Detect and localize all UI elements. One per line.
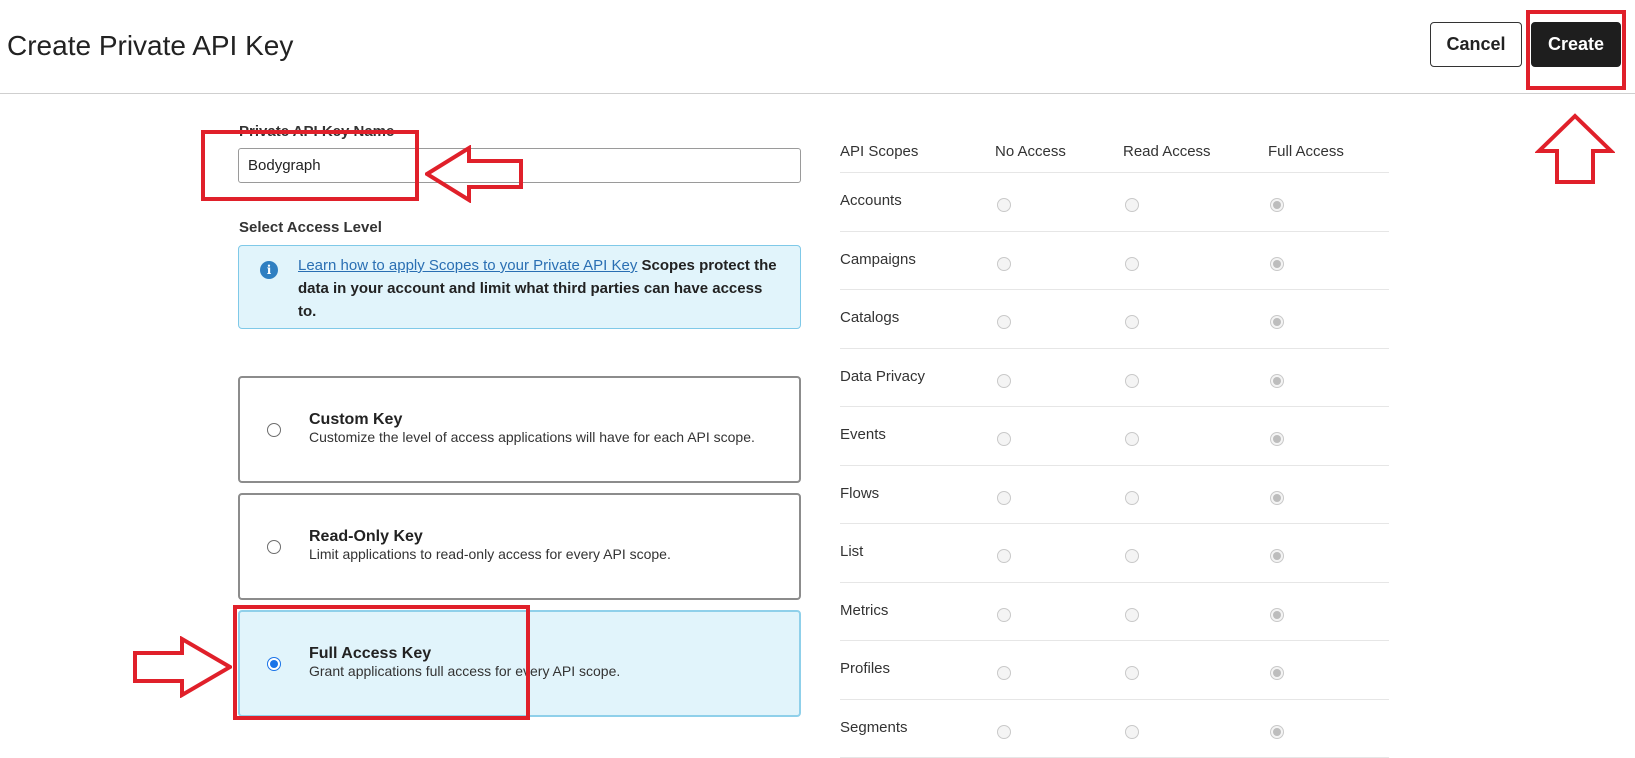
scope-full-access-radio[interactable]	[1270, 198, 1284, 212]
scope-read-access-radio[interactable]	[1125, 432, 1139, 446]
scope-full-access-radio[interactable]	[1270, 491, 1284, 505]
scope-full-access-radio[interactable]	[1270, 315, 1284, 329]
page-header: Create Private API Key Cancel Create	[0, 0, 1635, 94]
read-only-key-radio[interactable]	[267, 540, 281, 554]
scopes-help-link[interactable]: Learn how to apply Scopes to your Privat…	[298, 257, 637, 274]
scope-name: Profiles	[840, 660, 890, 677]
scope-row: Metrics	[840, 583, 1389, 642]
page-title: Create Private API Key	[7, 30, 293, 62]
scope-none-access-radio[interactable]	[997, 198, 1011, 212]
scope-row: Flows	[840, 466, 1389, 525]
scope-read-access-radio[interactable]	[1125, 491, 1139, 505]
scope-name: Metrics	[840, 602, 888, 619]
full-access-key-title: Full Access Key	[309, 645, 431, 663]
scope-read-access-radio[interactable]	[1125, 608, 1139, 622]
scope-none-access-radio[interactable]	[997, 257, 1011, 271]
scope-none-access-radio[interactable]	[997, 315, 1011, 329]
cancel-button[interactable]: Cancel	[1430, 22, 1522, 67]
scope-read-access-radio[interactable]	[1125, 666, 1139, 680]
scope-none-access-radio[interactable]	[997, 725, 1011, 739]
custom-key-option[interactable]: Custom Key Customize the level of access…	[238, 376, 801, 483]
scope-name: Events	[840, 426, 886, 443]
scope-row: Data Privacy	[840, 349, 1389, 408]
scope-full-access-radio[interactable]	[1270, 666, 1284, 680]
access-level-label: Select Access Level	[239, 219, 382, 236]
scope-read-access-radio[interactable]	[1125, 257, 1139, 271]
full-access-key-option[interactable]: Full Access Key Grant applications full …	[238, 610, 801, 717]
create-button[interactable]: Create	[1531, 22, 1621, 67]
scope-row: List	[840, 524, 1389, 583]
scope-row: Catalogs	[840, 290, 1389, 349]
info-icon: i	[260, 261, 278, 279]
read-only-key-description: Limit applications to read-only access f…	[309, 546, 779, 562]
scope-none-access-radio[interactable]	[997, 666, 1011, 680]
api-key-name-input[interactable]	[238, 148, 801, 183]
scope-full-access-radio[interactable]	[1270, 725, 1284, 739]
scope-name: Flows	[840, 485, 879, 502]
scope-name: Segments	[840, 719, 908, 736]
scope-row: Accounts	[840, 173, 1389, 232]
scope-read-access-radio[interactable]	[1125, 198, 1139, 212]
scope-full-access-radio[interactable]	[1270, 549, 1284, 563]
info-text: Learn how to apply Scopes to your Privat…	[298, 254, 778, 323]
scope-read-access-radio[interactable]	[1125, 374, 1139, 388]
scope-read-access-radio[interactable]	[1125, 315, 1139, 329]
custom-key-description: Customize the level of access applicatio…	[309, 429, 779, 445]
scopes-header-scope: API Scopes	[840, 143, 918, 160]
scopes-rows: Accounts Campaigns Catalogs Data Privacy Eve…	[840, 173, 1389, 758]
scope-name: Accounts	[840, 192, 902, 209]
scope-name: Data Privacy	[840, 368, 925, 385]
scopes-header-none: No Access	[995, 143, 1066, 160]
scope-none-access-radio[interactable]	[997, 432, 1011, 446]
scopes-header-row: API Scopes No Access Read Access Full Ac…	[840, 132, 1389, 173]
annotation-arrow-up-icon	[1535, 113, 1615, 185]
scope-full-access-radio[interactable]	[1270, 374, 1284, 388]
scope-none-access-radio[interactable]	[997, 491, 1011, 505]
scope-name: List	[840, 543, 863, 560]
scope-full-access-radio[interactable]	[1270, 608, 1284, 622]
scope-read-access-radio[interactable]	[1125, 549, 1139, 563]
custom-key-radio[interactable]	[267, 423, 281, 437]
api-scopes-table: API Scopes No Access Read Access Full Ac…	[840, 132, 1389, 758]
read-only-key-title: Read-Only Key	[309, 528, 423, 546]
scope-name: Catalogs	[840, 309, 899, 326]
api-key-name-label: Private API Key Name	[239, 123, 394, 140]
read-only-key-option[interactable]: Read-Only Key Limit applications to read…	[238, 493, 801, 600]
scope-none-access-radio[interactable]	[997, 608, 1011, 622]
annotation-arrow-right-icon	[132, 636, 232, 698]
scope-full-access-radio[interactable]	[1270, 432, 1284, 446]
full-access-key-radio[interactable]	[267, 657, 281, 671]
scope-none-access-radio[interactable]	[997, 549, 1011, 563]
scope-name: Campaigns	[840, 251, 916, 268]
custom-key-title: Custom Key	[309, 411, 402, 429]
scope-row: Campaigns	[840, 232, 1389, 291]
scope-none-access-radio[interactable]	[997, 374, 1011, 388]
scope-row: Profiles	[840, 641, 1389, 700]
scopes-header-full: Full Access	[1268, 143, 1344, 160]
scopes-info-box: i Learn how to apply Scopes to your Priv…	[238, 245, 801, 329]
scopes-header-read: Read Access	[1123, 143, 1211, 160]
scope-read-access-radio[interactable]	[1125, 725, 1139, 739]
scope-row: Segments	[840, 700, 1389, 758]
full-access-key-description: Grant applications full access for every…	[309, 663, 779, 679]
scope-full-access-radio[interactable]	[1270, 257, 1284, 271]
scope-row: Events	[840, 407, 1389, 466]
